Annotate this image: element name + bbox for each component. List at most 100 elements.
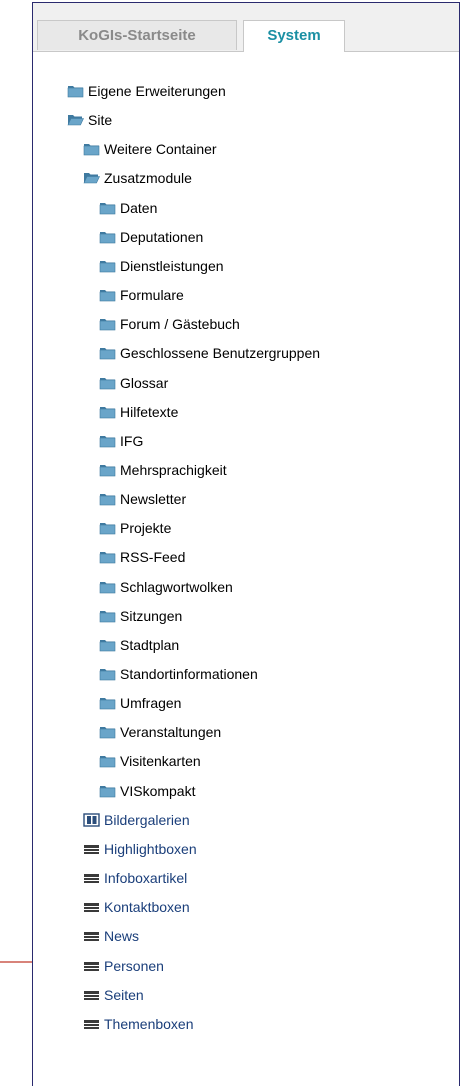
tree-item[interactable]: Dienstleistungen (99, 255, 224, 277)
tree-item[interactable]: Formulare (99, 284, 184, 306)
tree-item-label: Forum / Gästebuch (120, 316, 240, 333)
folder-icon (99, 521, 116, 535)
tree-item-label: Sitzungen (120, 607, 183, 624)
tree-item[interactable]: News (83, 925, 139, 947)
tree-item-label: Umfragen (120, 695, 182, 712)
folder-icon (99, 317, 116, 331)
tree-item[interactable]: Projekte (99, 517, 171, 539)
tree-item-label: Zusatzmodule (104, 170, 192, 187)
tree-item-label: Infoboxartikel (104, 870, 188, 887)
tree-item-label: Deputationen (120, 228, 204, 245)
folder-icon (99, 754, 116, 768)
tree-item-label: Dienstleistungen (120, 257, 224, 274)
tree-item-label: Site (88, 112, 113, 129)
tree-item[interactable]: Infoboxartikel (83, 867, 187, 889)
tree-item-label: Kontaktboxen (104, 899, 190, 916)
gallery-icon (83, 813, 100, 827)
folder-icon (99, 376, 116, 390)
tree-item-label: Schlagwortwolken (120, 578, 233, 595)
tree-item-label: Stadtplan (120, 636, 180, 653)
folder-icon (99, 201, 116, 215)
tree-item[interactable]: VISkompakt (99, 780, 195, 802)
folder-icon (67, 84, 84, 98)
tree-item-label: Mehrsprachigkeit (120, 461, 227, 478)
tree-item[interactable]: RSS-Feed (99, 546, 185, 568)
tree-item[interactable]: Visitenkarten (99, 750, 201, 772)
tree-item[interactable]: Forum / Gästebuch (99, 313, 240, 335)
folder-open-icon (67, 113, 84, 127)
tree-item-label: Formulare (120, 287, 184, 304)
folder-icon (99, 492, 116, 506)
box-icon (83, 900, 100, 914)
folder-icon (99, 580, 116, 594)
tree-item[interactable]: Umfragen (99, 692, 181, 714)
box-icon (83, 929, 100, 943)
folder-icon (99, 288, 116, 302)
tree-item[interactable]: Personen (83, 955, 164, 977)
tree-item-label: Visitenkarten (120, 753, 201, 770)
tab-bar: KoGIs-Startseite System (33, 3, 459, 52)
folder-open-icon (83, 171, 100, 185)
tree-item[interactable]: Highlightboxen (83, 838, 197, 860)
folder-tree: Eigene Erweiterungen Site Weitere Containe… (33, 51, 459, 1086)
tree-item[interactable]: Veranstaltungen (99, 721, 221, 743)
folder-icon (83, 142, 100, 156)
tree-item[interactable]: Site (67, 109, 112, 131)
tree-item[interactable]: Deputationen (99, 226, 203, 248)
box-icon (83, 959, 100, 973)
folder-icon (99, 463, 116, 477)
tree-item[interactable]: Themenboxen (83, 1013, 194, 1035)
folder-icon (99, 638, 116, 652)
tab-system[interactable]: System (243, 20, 345, 52)
tree-item-label: Hilfetexte (120, 403, 179, 420)
tree-item[interactable]: Stadtplan (99, 634, 179, 656)
tree-item-label: Daten (120, 199, 158, 216)
tree-item[interactable]: Eigene Erweiterungen (67, 80, 226, 102)
tree-item[interactable]: Mehrsprachigkeit (99, 459, 227, 481)
folder-icon (99, 550, 116, 564)
tree-item[interactable]: Standortinformationen (99, 663, 258, 685)
tree-item-label: VISkompakt (120, 782, 196, 799)
tree-item[interactable]: Zusatzmodule (83, 167, 192, 189)
tree-item[interactable]: Glossar (99, 372, 168, 394)
tree-item-label: IFG (120, 432, 144, 449)
folder-icon (99, 784, 116, 798)
folder-icon (99, 667, 116, 681)
tree-item[interactable]: Seiten (83, 984, 144, 1006)
tree-item-label: Veranstaltungen (120, 724, 222, 741)
tree-item-label: Highlightboxen (104, 840, 197, 857)
folder-icon (99, 405, 116, 419)
box-icon (83, 1017, 100, 1031)
box-icon (83, 988, 100, 1002)
tree-item-label: Newsletter (120, 491, 187, 508)
tree-item-label: Eigene Erweiterungen (88, 83, 226, 99)
annotation-line (0, 961, 32, 963)
tree-item-label: Projekte (120, 520, 172, 537)
tree-item-label: Bildergalerien (104, 811, 190, 828)
folder-icon (99, 230, 116, 244)
box-icon (83, 842, 100, 856)
tree-item[interactable]: Kontaktboxen (83, 896, 190, 918)
folder-icon (99, 434, 116, 448)
tree-item[interactable]: Weitere Container (83, 138, 217, 160)
tree-item-label: RSS-Feed (120, 549, 186, 566)
tree-item[interactable]: Sitzungen (99, 605, 182, 627)
tree-item-label: News (104, 928, 140, 945)
tree-item-label: Standortinformationen (120, 666, 258, 682)
tree-item[interactable]: Schlagwortwolken (99, 576, 233, 598)
tree-item-label: Personen (104, 957, 164, 974)
tree-item-label: Geschlossene Benutzergruppen (120, 345, 321, 362)
tree-item[interactable]: Bildergalerien (83, 809, 190, 831)
tree-item-label: Glossar (120, 374, 169, 391)
tree-item[interactable]: Daten (99, 197, 157, 219)
tree-item[interactable]: Hilfetexte (99, 401, 178, 423)
folder-icon (99, 259, 116, 273)
tab-kogis-startseite[interactable]: KoGIs-Startseite (37, 20, 237, 50)
folder-icon (99, 725, 116, 739)
system-panel: KoGIs-Startseite System Eigene Erweiteru… (32, 2, 460, 1086)
tree-item[interactable]: IFG (99, 430, 143, 452)
tree-item-label: Weitere Container (104, 141, 217, 158)
tree-item[interactable]: Newsletter (99, 488, 186, 510)
tree-item[interactable]: Geschlossene Benutzergruppen (99, 342, 320, 364)
folder-icon (99, 346, 116, 360)
